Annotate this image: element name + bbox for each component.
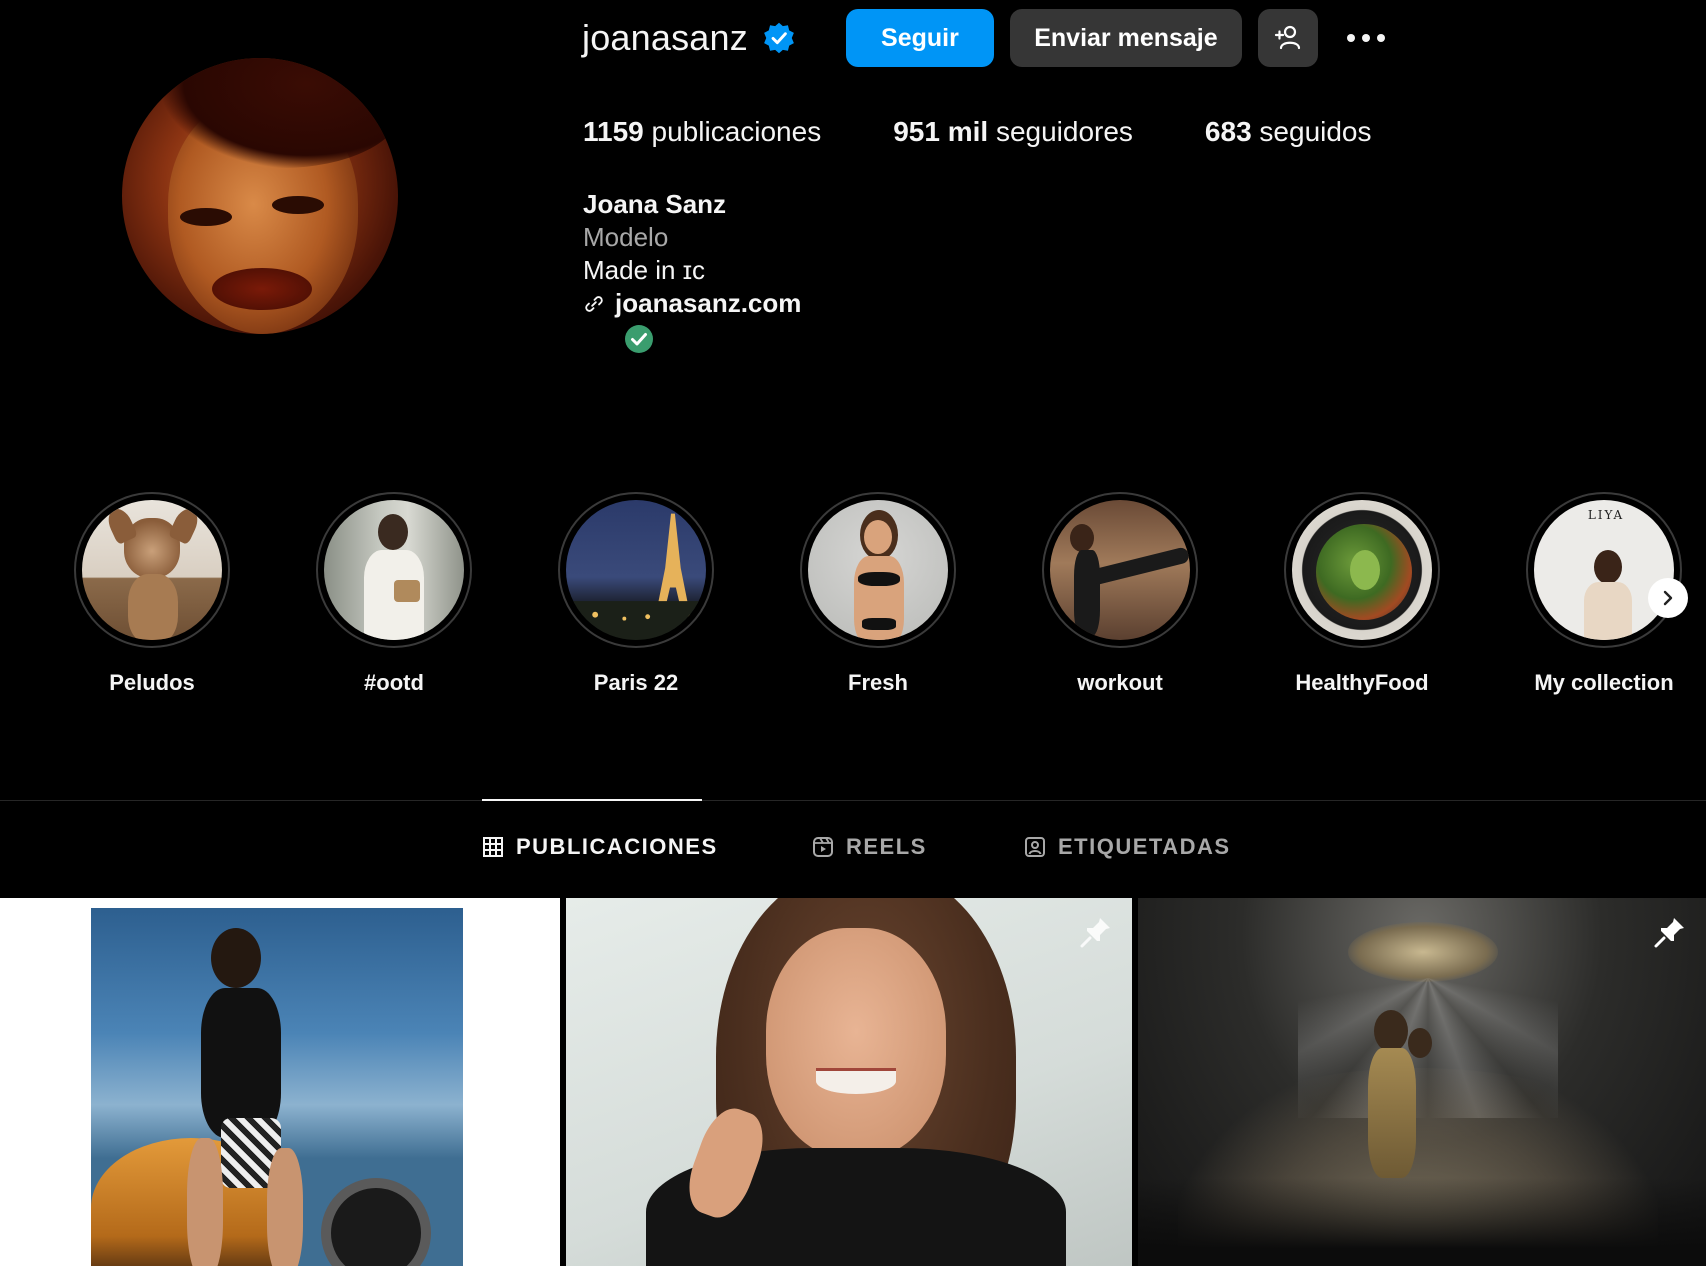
highlights-next-button[interactable] bbox=[1648, 578, 1688, 618]
highlight-cover-workout bbox=[1050, 500, 1190, 640]
highlight-label: Fresh bbox=[848, 670, 908, 695]
tab-label: REELS bbox=[846, 834, 927, 859]
highlight-healthyfood[interactable]: HealthyFood bbox=[1262, 492, 1462, 696]
post-image-portrait-smiling bbox=[566, 898, 1132, 1266]
posts-stat: 1159 publicaciones bbox=[583, 116, 822, 147]
profile-top-row: joanasanz Seguir Enviar mensaje bbox=[582, 6, 1396, 70]
story-highlights: Peludos #ootd Paris 22 Fresh workout Hea… bbox=[0, 492, 1706, 712]
tab-publicaciones[interactable]: PUBLICACIONES bbox=[482, 834, 718, 860]
highlight-label: My collection bbox=[1534, 670, 1674, 695]
highlight-paris-22[interactable]: Paris 22 bbox=[536, 492, 736, 696]
highlight-label: workout bbox=[1077, 670, 1163, 695]
highlight-cover-dog bbox=[82, 500, 222, 640]
highlight-cover-eiffel bbox=[566, 500, 706, 640]
post-image-runway bbox=[1138, 898, 1706, 1266]
pin-icon bbox=[1654, 918, 1684, 948]
profile-full-name: Joana Sanz bbox=[583, 189, 727, 219]
tab-label: PUBLICACIONES bbox=[516, 834, 718, 859]
tabs-divider bbox=[0, 800, 1706, 801]
profile-stats: 1159 publicaciones 951 mil seguidores 68… bbox=[583, 116, 1444, 148]
add-person-icon bbox=[1274, 25, 1301, 50]
avatar-eye bbox=[180, 208, 232, 226]
highlight-fresh[interactable]: Fresh bbox=[778, 492, 978, 696]
avatar-lips bbox=[212, 268, 312, 310]
profile-bio: Joana Sanz Modelo Made in ɪc joanasanz.c… bbox=[583, 188, 801, 320]
reels-icon bbox=[813, 837, 833, 857]
highlight-label: #ootd bbox=[364, 670, 424, 695]
following-stat[interactable]: 683 seguidos bbox=[1205, 116, 1372, 148]
collection-logo-text: LIYA bbox=[1587, 508, 1625, 522]
post-thumbnail[interactable] bbox=[566, 898, 1132, 1266]
grid-icon bbox=[483, 837, 503, 857]
profile-category: Modelo bbox=[583, 222, 669, 252]
link-icon bbox=[585, 295, 603, 312]
pin-icon bbox=[1080, 918, 1110, 948]
tagged-icon bbox=[1025, 837, 1045, 857]
post-image-car-photoshoot bbox=[91, 908, 463, 1266]
bio-link[interactable]: joanasanz.com bbox=[583, 287, 801, 320]
more-horizontal-icon bbox=[1346, 34, 1355, 42]
tab-etiquetadas[interactable]: ETIQUETADAS bbox=[1024, 834, 1231, 860]
highlight-cover-outfit bbox=[324, 500, 464, 640]
post-thumbnail[interactable] bbox=[1138, 898, 1706, 1266]
suggested-accounts-button[interactable] bbox=[1257, 9, 1318, 67]
profile-username: joanasanz bbox=[582, 17, 748, 58]
highlight-cover-food bbox=[1292, 500, 1432, 640]
active-tab-indicator bbox=[482, 799, 702, 801]
more-options-button[interactable] bbox=[1336, 9, 1396, 67]
profile-avatar[interactable] bbox=[122, 58, 398, 334]
highlight-cover-collection: LIYA bbox=[1534, 500, 1674, 640]
highlight-peludos[interactable]: Peludos bbox=[52, 492, 252, 696]
tab-reels[interactable]: REELS bbox=[812, 834, 927, 860]
highlight-workout[interactable]: workout bbox=[1020, 492, 1220, 696]
chevron-right-icon bbox=[1663, 590, 1673, 606]
bio-link-text[interactable]: joanasanz.com bbox=[615, 287, 801, 320]
tab-label: ETIQUETADAS bbox=[1058, 834, 1231, 859]
highlight-cover-swimwear bbox=[808, 500, 948, 640]
check-mark-icon bbox=[625, 325, 653, 353]
highlight-ootd[interactable]: #ootd bbox=[294, 492, 494, 696]
highlight-label: HealthyFood bbox=[1295, 670, 1429, 695]
verified-badge-icon bbox=[764, 22, 794, 54]
send-message-button[interactable]: Enviar mensaje bbox=[1009, 9, 1242, 67]
highlight-label: Paris 22 bbox=[593, 670, 679, 695]
post-thumbnail[interactable] bbox=[0, 898, 560, 1266]
highlight-label: Peludos bbox=[109, 670, 195, 695]
follow-button[interactable]: Seguir bbox=[845, 9, 994, 67]
followers-stat[interactable]: 951 mil seguidores bbox=[893, 116, 1133, 148]
bio-text: Made in ɪc bbox=[583, 255, 705, 285]
avatar-eye bbox=[272, 196, 324, 214]
